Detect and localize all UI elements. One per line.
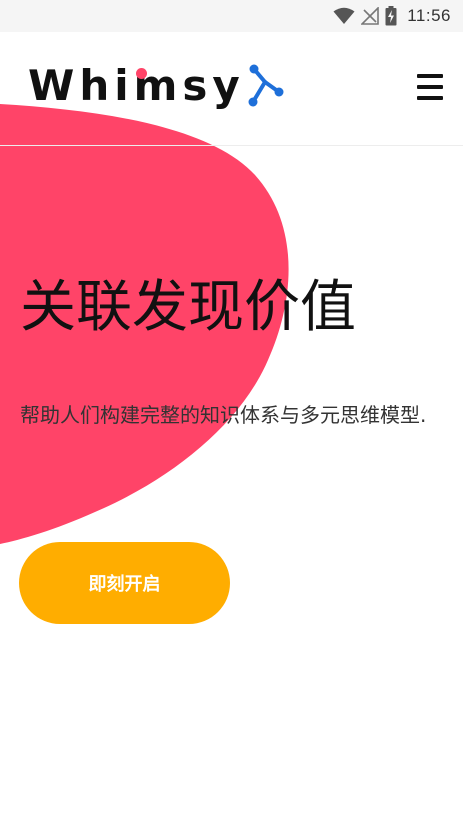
menu-line [417, 85, 443, 89]
status-time: 11:56 [407, 6, 451, 25]
status-icons: 11:56 [333, 6, 451, 26]
hero-title: 关联发现价值 [20, 275, 356, 340]
battery-charging-icon [385, 6, 397, 26]
wifi-icon [333, 7, 355, 24]
get-started-button[interactable]: 即刻开启 [19, 542, 230, 624]
app-logo[interactable]: Whimsy [28, 62, 287, 110]
status-bar: 11:56 [0, 0, 463, 32]
hero-description: 帮助人们构建完整的知识体系与多元思维模型. [20, 403, 427, 427]
logo-dot-icon [136, 68, 147, 79]
menu-line [417, 74, 443, 78]
network-node-icon [248, 64, 284, 107]
menu-line [417, 96, 443, 100]
no-signal-icon [361, 7, 380, 25]
app-header: Whimsy [0, 32, 463, 146]
hamburger-menu-icon[interactable] [417, 74, 445, 100]
